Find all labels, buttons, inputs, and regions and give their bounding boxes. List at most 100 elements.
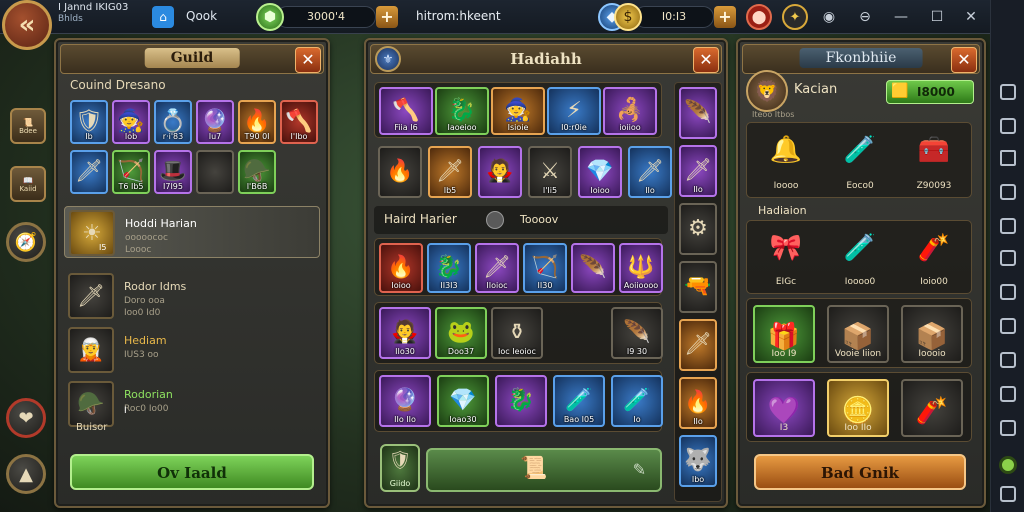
shop-item[interactable]: 🧪 Eoco0 [827,129,893,193]
item-icon: 🧙 [504,98,532,123]
apk-icon[interactable] [1000,218,1016,234]
side-reward-slot[interactable]: 🔫 [679,261,717,313]
reward-slot[interactable]: 🏹 II30 [523,243,567,293]
reward-slot[interactable]: 🧪 Bao I05 [553,375,605,427]
reward-badge[interactable]: 🛡 Giido [380,444,420,492]
reward-slot[interactable]: 🪶 [571,243,615,293]
reward-slot[interactable]: 🧛 [478,146,522,198]
side-quest-button[interactable]: 📖 Kaiid [10,166,46,202]
member-row[interactable]: 🗡 Rodor Idms Doro ooa Ioo0 Id0 [64,270,320,322]
claim-reward-button[interactable]: 📜 ✎ [426,448,662,492]
reward-slot[interactable]: ⚡ I0:r0ie [547,87,601,135]
owner-name: Kacian [794,82,838,97]
reward-slot[interactable]: 🗡 IIo [628,146,672,198]
shop-item[interactable]: 📦 Ioooio [901,305,963,363]
keyboard-icon[interactable] [1000,150,1016,166]
shop-item[interactable]: 💜 I3 [753,379,815,437]
shop-item[interactable]: 🧰 Z90093 [901,129,967,193]
shop-item[interactable]: 🎀 EIGc [753,227,819,289]
reward-slot[interactable]: 💎 Ioioo [578,146,622,198]
macro-icon[interactable] [1000,284,1016,300]
maximize-icon[interactable]: ☐ [928,8,946,26]
reward-slot[interactable]: 🔥 [378,146,422,198]
reward-slot[interactable]: 🪓 Fiia I6 [379,87,433,135]
guild-item-slot[interactable]: 🛡 Ib [70,100,108,144]
shop-item[interactable]: 🪙 Ioo IIo [827,379,889,437]
join-guild-button[interactable]: Ov Iaald [70,454,314,490]
side-reward-slot[interactable]: 🗡 IIo [679,145,717,197]
medal-icon[interactable]: ✦ [782,4,808,30]
reward-slot[interactable]: 🧪 Io [611,375,663,427]
last-member-row[interactable]: Buisor I [64,406,320,444]
reward-slot[interactable]: 💎 Ioao30 [437,375,489,427]
reward-slot[interactable]: 🐉 [495,375,547,427]
member-row[interactable]: 🧝 Hediam IUS3 oo [64,324,320,376]
guild-item-slot[interactable]: 💍 r·i'83 [154,100,192,144]
side-reward-slot[interactable]: ⚙ [679,203,717,255]
reward-close-button[interactable]: ✕ [693,47,719,73]
side-up-button[interactable]: ▲ [6,454,46,494]
add-currency-1-button[interactable]: + [376,6,398,28]
shop-item[interactable]: 🎁 Ioo I9 [753,305,815,363]
reward-slot[interactable]: 🔥 Ioioo [379,243,423,293]
guild-item-slot[interactable]: 🏹 T6 Ib5 [112,150,150,194]
minimize-icon[interactable]: — [892,8,910,26]
reward-slot[interactable]: ⚱ Ioc Ieoioc [491,307,543,359]
close-window-icon[interactable]: ✕ [962,8,980,26]
selected-member-row[interactable]: ☀ Hoddi Harian ooooococ Loooc I5 [64,206,320,258]
guild-item-slot[interactable]: 🔥 T90 0I [238,100,276,144]
shop-item[interactable]: 🧨 Ioio00 [901,227,967,289]
record-icon[interactable]: ◉ [820,8,838,26]
reward-slot[interactable]: ⚔ I'Ii5 [528,146,572,198]
reward-slot[interactable]: 🔮 IIo IIo [379,375,431,427]
reward-side-column[interactable]: 🪶 🗡 IIo ⚙ 🔫 🗡 🔥 IIo 🐺 Ibo [674,82,722,502]
reward-slot[interactable]: 🐸 Doo37 [435,307,487,359]
reward-slot[interactable]: 🧛 IIo30 [379,307,431,359]
side-reward-slot[interactable]: 🔥 IIo [679,377,717,429]
side-reward-slot[interactable]: 🗡 [679,319,717,371]
shop-item[interactable]: 📦 Vooie Iiion [827,305,889,363]
sync-icon[interactable] [1000,318,1016,334]
volume-icon[interactable] [1000,386,1016,402]
shop-action-button[interactable]: Bad Gnik [754,454,966,490]
reward-slot[interactable]: 🔱 Aoiioooo [619,243,663,293]
reward-slot[interactable]: 🗡 Ib5 [428,146,472,198]
guild-close-button[interactable]: ✕ [295,47,321,73]
settings-icon[interactable] [1000,486,1016,502]
guild-item-slot[interactable] [196,150,234,194]
rotate-icon[interactable] [1000,352,1016,368]
guild-item-slot[interactable]: 🗡 [70,150,108,194]
fullscreen-icon[interactable] [1000,84,1016,100]
reward-slot[interactable]: 🗡 IIoioc [475,243,519,293]
reward-slot[interactable]: 🐉 Iaoeioo [435,87,489,135]
shop-item[interactable]: 🧨 [901,379,963,437]
side-heart-button[interactable]: ❤ [6,398,46,438]
folder-icon[interactable] [1000,250,1016,266]
guild-item-slot[interactable]: 🎩 I7I95 [154,150,192,194]
shop-item[interactable]: 🔔 Ioooo [753,129,819,193]
add-currency-2-button[interactable]: + [714,6,736,28]
reward-slot[interactable]: 🧙 Isioie [491,87,545,135]
alert-icon[interactable]: ⬤ [746,4,772,30]
guild-item-slot[interactable]: 🔮 Iu7 [196,100,234,144]
more-icon[interactable] [1000,420,1016,436]
selected-member-sub2: Loooc [125,245,152,255]
home-button[interactable]: ⌂ [152,6,174,28]
eye-off-icon[interactable]: ⊖ [856,8,874,26]
side-reward-slot[interactable]: 🪶 [679,87,717,139]
reward-slot[interactable]: 🐉 II3I3 [427,243,471,293]
guild-item-slot[interactable]: 🪖 I'B6B [238,150,276,194]
camera-icon[interactable] [1000,184,1016,200]
reward-slot[interactable]: 🪶 I9 30 [611,307,663,359]
screenshot-icon[interactable] [1000,118,1016,134]
gold-balance[interactable]: 🟨 I8000 [886,80,974,104]
side-reward-slot[interactable]: 🐺 Ibo [679,435,717,487]
side-map-button[interactable]: 🧭 [6,222,46,262]
shop-close-button[interactable]: ✕ [951,47,977,73]
guild-item-slot[interactable]: 🪓 I'Ibo [280,100,318,144]
side-mail-button[interactable]: 📜 Bdee [10,108,46,144]
reward-slot[interactable]: 🦂 ioiioo [603,87,657,135]
shop-item[interactable]: 🧪 Ioooo0 [827,227,893,289]
back-button[interactable]: « [2,0,52,50]
guild-item-slot[interactable]: 🧙 Iob [112,100,150,144]
